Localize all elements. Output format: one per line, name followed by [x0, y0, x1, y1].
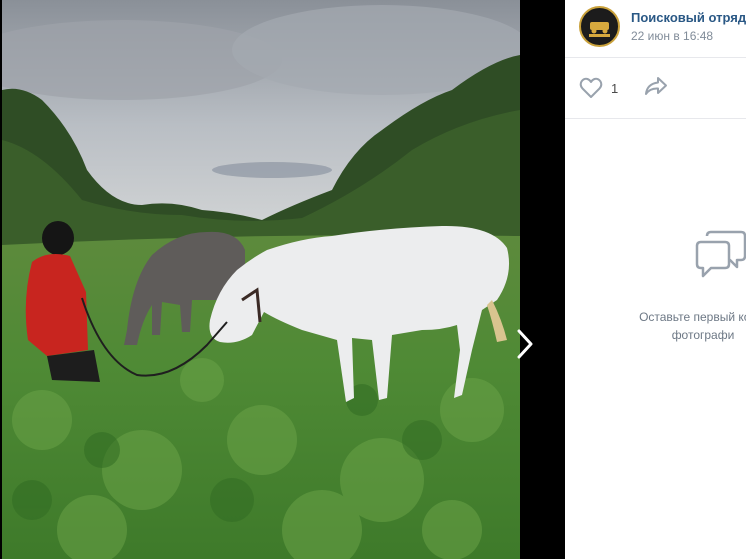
- post-actions: 1: [565, 58, 746, 119]
- empty-comments-line1: Оставьте первый комм: [639, 310, 746, 324]
- like-count: 1: [611, 80, 619, 96]
- heart-icon: [579, 77, 603, 98]
- empty-comments-text: Оставьте первый комм фотографи: [603, 308, 746, 344]
- post-side-panel: Поисковый отряд " 22 июн в 16:48 1 Остав…: [565, 0, 746, 559]
- like-button[interactable]: 1: [579, 75, 618, 101]
- next-photo-button[interactable]: [510, 322, 540, 366]
- avatar[interactable]: [579, 6, 620, 47]
- empty-comments-line2: фотографи: [671, 328, 735, 342]
- photo-viewer: [0, 0, 565, 559]
- share-arrow-icon: [645, 77, 667, 95]
- post-author-link[interactable]: Поисковый отряд ": [631, 10, 746, 25]
- share-button[interactable]: [643, 75, 671, 101]
- chevron-right-icon: [517, 329, 533, 359]
- post-date[interactable]: 22 июн в 16:48: [631, 29, 713, 43]
- post-header: Поисковый отряд " 22 июн в 16:48: [565, 0, 746, 58]
- photo[interactable]: [2, 0, 520, 559]
- comment-bubbles-icon: [695, 230, 746, 278]
